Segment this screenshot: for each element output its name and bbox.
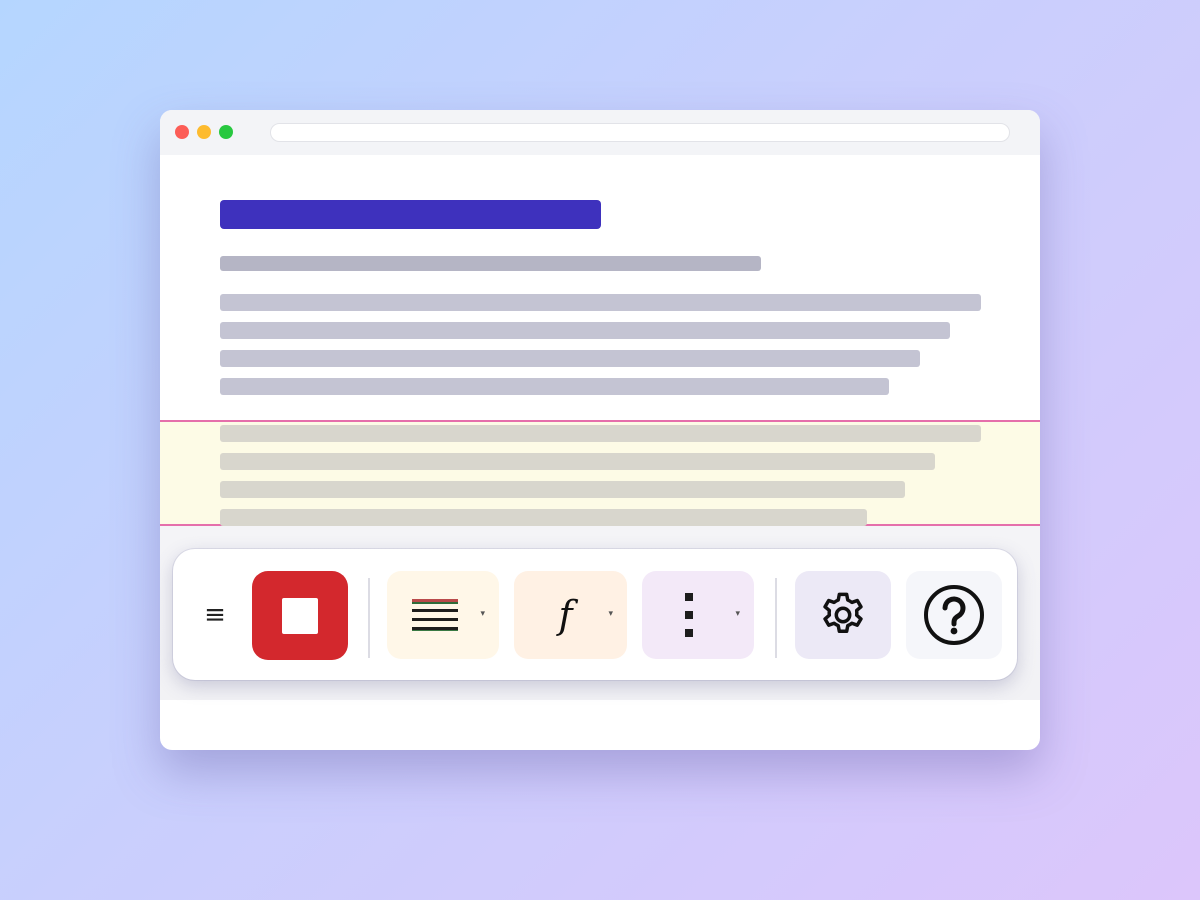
maximize-window-button[interactable]	[219, 125, 233, 139]
function-font-icon: f	[558, 593, 573, 637]
highlighted-line-placeholder	[220, 509, 867, 526]
floating-toolbar: ≡ ▾ f ▾ ▾	[173, 549, 1017, 680]
toolbar-divider	[775, 578, 777, 658]
window-titlebar	[160, 110, 1040, 155]
browser-window: ≡ ▾ f ▾ ▾	[160, 110, 1040, 750]
minimize-window-button[interactable]	[197, 125, 211, 139]
paragraph-line-placeholder	[220, 350, 920, 367]
chevron-down-icon: ▾	[735, 609, 740, 619]
chevron-down-icon: ▾	[608, 609, 613, 619]
page-title-placeholder	[220, 200, 601, 229]
help-button[interactable]	[906, 571, 1002, 659]
paragraph-line-placeholder	[220, 294, 981, 311]
menu-button[interactable]: ≡	[195, 589, 235, 641]
settings-button[interactable]	[795, 571, 891, 659]
stop-button[interactable]	[252, 571, 348, 660]
highlighted-selection	[160, 420, 1040, 526]
paragraph-line-placeholder	[220, 322, 950, 339]
subtitle-placeholder	[220, 256, 761, 271]
text-lines-icon	[412, 599, 458, 631]
hamburger-menu-icon: ≡	[204, 600, 226, 630]
help-circle-icon	[924, 585, 984, 645]
paragraph-line-placeholder	[220, 378, 889, 395]
highlighted-line-placeholder	[220, 453, 935, 470]
highlighted-line-placeholder	[220, 481, 905, 498]
address-bar[interactable]	[270, 123, 1010, 142]
toolbar-divider	[368, 578, 370, 658]
font-dropdown-button[interactable]: f ▾	[514, 571, 627, 659]
highlighted-line-placeholder	[220, 425, 981, 442]
stop-icon	[282, 597, 318, 634]
vertical-dots-icon	[685, 593, 693, 637]
more-options-dropdown-button[interactable]: ▾	[642, 571, 754, 659]
gear-icon	[823, 592, 863, 633]
chevron-down-icon: ▾	[480, 609, 485, 619]
line-spacing-dropdown-button[interactable]: ▾	[387, 571, 499, 659]
close-window-button[interactable]	[175, 125, 189, 139]
